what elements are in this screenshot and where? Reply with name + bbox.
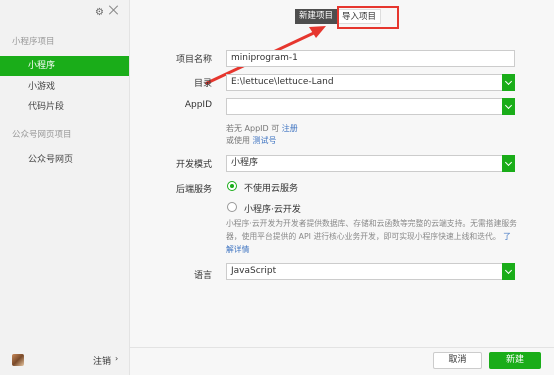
dev-mode-value: 小程序	[231, 158, 259, 168]
chevron-down-icon[interactable]	[502, 98, 515, 115]
register-link[interactable]: 注册	[282, 124, 298, 133]
project-name-label: 项目名称	[175, 55, 212, 65]
language-select[interactable]: JavaScript	[226, 263, 515, 280]
chevron-down-icon[interactable]	[502, 155, 515, 172]
cloud-dev-label: 小程序·云开发	[244, 205, 301, 215]
appid-field[interactable]	[226, 98, 515, 115]
test-account-hint-text: 或使用	[226, 136, 250, 145]
backend-label: 后端服务	[175, 185, 212, 195]
directory-label: 目录	[193, 79, 212, 89]
cloud-dev-radio[interactable]	[227, 202, 237, 212]
chevron-down-icon[interactable]	[502, 263, 515, 280]
chevron-down-icon[interactable]	[502, 74, 515, 91]
test-account-hint: 或使用 测试号	[226, 135, 277, 146]
dev-mode-label: 开发模式	[175, 160, 212, 170]
directory-field[interactable]: E:\lettuce\lettuce-Land	[226, 74, 515, 91]
no-cloud-label: 不使用云服务	[244, 184, 299, 194]
project-name-input[interactable]: miniprogram-1	[226, 50, 515, 67]
appid-hint-text: 若无 AppID 可	[226, 124, 280, 133]
cloud-description-text: 小程序·云开发为开发者提供数据库、存储和云函数等完整的云端支持。无需搭建服务器，…	[226, 219, 517, 241]
no-cloud-radio[interactable]	[227, 181, 237, 191]
cloud-description: 小程序·云开发为开发者提供数据库、存储和云函数等完整的云端支持。无需搭建服务器，…	[226, 217, 518, 256]
test-account-link[interactable]: 测试号	[253, 136, 277, 145]
language-label: 语言	[193, 271, 212, 281]
dev-mode-select[interactable]: 小程序	[226, 155, 515, 172]
appid-hint: 若无 AppID 可 注册	[226, 123, 298, 134]
appid-label: AppID	[184, 100, 212, 110]
cancel-button[interactable]: 取消	[433, 352, 482, 369]
language-value: JavaScript	[231, 266, 277, 276]
create-button[interactable]: 新建	[489, 352, 541, 369]
directory-value: E:\lettuce\lettuce-Land	[231, 77, 334, 87]
